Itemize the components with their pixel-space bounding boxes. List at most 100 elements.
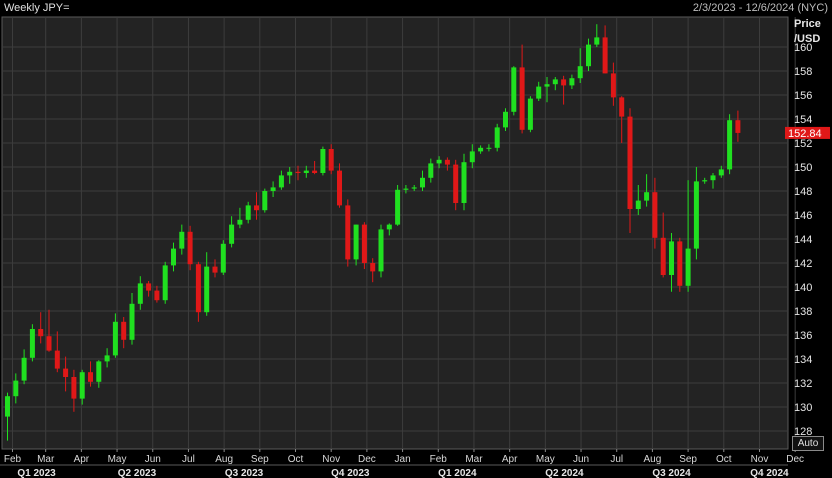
candle-body bbox=[361, 224, 367, 263]
candle bbox=[494, 123, 500, 152]
candle-body bbox=[727, 120, 733, 170]
month-label: Mar bbox=[465, 454, 483, 465]
candle bbox=[527, 96, 533, 133]
candle bbox=[511, 66, 517, 116]
candle-body bbox=[610, 73, 616, 98]
candle-body bbox=[303, 170, 309, 173]
candle-body bbox=[519, 67, 525, 130]
candle-body bbox=[436, 159, 442, 164]
candle-body bbox=[386, 224, 392, 230]
candle-body bbox=[536, 86, 542, 99]
month-label: Oct bbox=[288, 454, 304, 465]
candle-body bbox=[187, 231, 193, 265]
y-tick-label: 148 bbox=[794, 186, 812, 198]
candle-body bbox=[527, 98, 533, 130]
y-tick-label: 140 bbox=[794, 282, 812, 294]
candle bbox=[453, 159, 459, 211]
price-chart: 1281301321341361381401421441461481501521… bbox=[0, 0, 832, 478]
candle-body bbox=[511, 67, 517, 112]
candle-body bbox=[237, 219, 243, 225]
plot-area[interactable] bbox=[1, 16, 789, 450]
y-tick-label: 156 bbox=[794, 90, 812, 102]
month-label: Aug bbox=[215, 454, 233, 465]
candle-body bbox=[137, 283, 143, 304]
y-tick-label: 144 bbox=[794, 234, 812, 246]
candle bbox=[395, 185, 401, 226]
quarter-label: Q1 2024 bbox=[438, 468, 477, 478]
candle-body bbox=[461, 162, 467, 203]
candle-body bbox=[685, 248, 691, 286]
candle-body bbox=[411, 187, 417, 189]
candle bbox=[162, 261, 168, 304]
candle-body bbox=[544, 84, 550, 87]
candle-body bbox=[29, 329, 35, 358]
candle-body bbox=[21, 357, 27, 381]
candle-body bbox=[220, 243, 226, 273]
quarter-label: Q1 2023 bbox=[17, 468, 56, 478]
candle bbox=[220, 240, 226, 275]
candle bbox=[29, 324, 35, 362]
candle-body bbox=[171, 248, 176, 266]
candle-body bbox=[88, 372, 93, 382]
candle-body bbox=[478, 147, 484, 152]
last-price-value: 152.84 bbox=[788, 128, 822, 140]
candle-body bbox=[428, 163, 434, 178]
y-tick-label: 136 bbox=[794, 330, 812, 342]
candle-body bbox=[328, 149, 334, 171]
candle-body bbox=[229, 224, 235, 244]
candle-body bbox=[278, 175, 284, 188]
auto-scale-button[interactable]: Auto bbox=[792, 436, 824, 451]
candle-body bbox=[395, 189, 401, 225]
candle-body bbox=[644, 192, 650, 201]
quarter-label: Q2 2024 bbox=[545, 468, 584, 478]
candle-body bbox=[353, 224, 359, 260]
candle-body bbox=[179, 231, 185, 249]
y-tick-label: 158 bbox=[794, 66, 812, 78]
month-label: May bbox=[108, 454, 127, 465]
candle-body bbox=[270, 187, 276, 191]
candle-body bbox=[54, 350, 60, 369]
candle-body bbox=[677, 241, 683, 286]
candle bbox=[361, 222, 367, 269]
candle-body bbox=[594, 37, 600, 45]
candle bbox=[187, 225, 193, 271]
candle-body bbox=[38, 329, 44, 337]
candle-body bbox=[577, 66, 583, 79]
candle bbox=[378, 224, 384, 278]
y-tick-label: 134 bbox=[794, 354, 812, 366]
month-label: Nov bbox=[322, 454, 340, 465]
y-tick-label: 146 bbox=[794, 210, 812, 222]
y-tick-label: 142 bbox=[794, 258, 812, 270]
month-label: Jul bbox=[610, 454, 623, 465]
candle bbox=[345, 199, 351, 267]
month-label: Dec bbox=[786, 454, 804, 465]
candle-body bbox=[162, 265, 168, 301]
candle-body bbox=[337, 170, 342, 206]
candle-body bbox=[13, 380, 19, 397]
candle-body bbox=[195, 264, 201, 313]
month-label: Aug bbox=[644, 454, 662, 465]
candle-body bbox=[96, 361, 102, 382]
candle-body bbox=[79, 372, 85, 399]
candle bbox=[677, 237, 683, 292]
candle-body bbox=[494, 127, 500, 148]
candle-body bbox=[569, 78, 575, 86]
month-label: Jun bbox=[573, 454, 589, 465]
candle-body bbox=[444, 159, 450, 165]
month-label: Nov bbox=[751, 454, 769, 465]
last-price-badge: 152.84 bbox=[785, 126, 830, 140]
month-label: May bbox=[536, 454, 555, 465]
month-label: Jan bbox=[395, 454, 411, 465]
candle-body bbox=[370, 263, 376, 272]
candle bbox=[353, 224, 359, 266]
y-axis-label-unit: /USD bbox=[794, 33, 820, 45]
candle-body bbox=[635, 200, 641, 209]
candle-body bbox=[586, 44, 591, 67]
quarter-label: Q2 2023 bbox=[118, 468, 157, 478]
y-tick-label: 130 bbox=[794, 402, 812, 414]
candle-body bbox=[420, 177, 425, 188]
month-label: Jul bbox=[182, 454, 195, 465]
candle-body bbox=[287, 171, 293, 176]
y-tick-label: 138 bbox=[794, 306, 812, 318]
candle-body bbox=[602, 37, 608, 74]
